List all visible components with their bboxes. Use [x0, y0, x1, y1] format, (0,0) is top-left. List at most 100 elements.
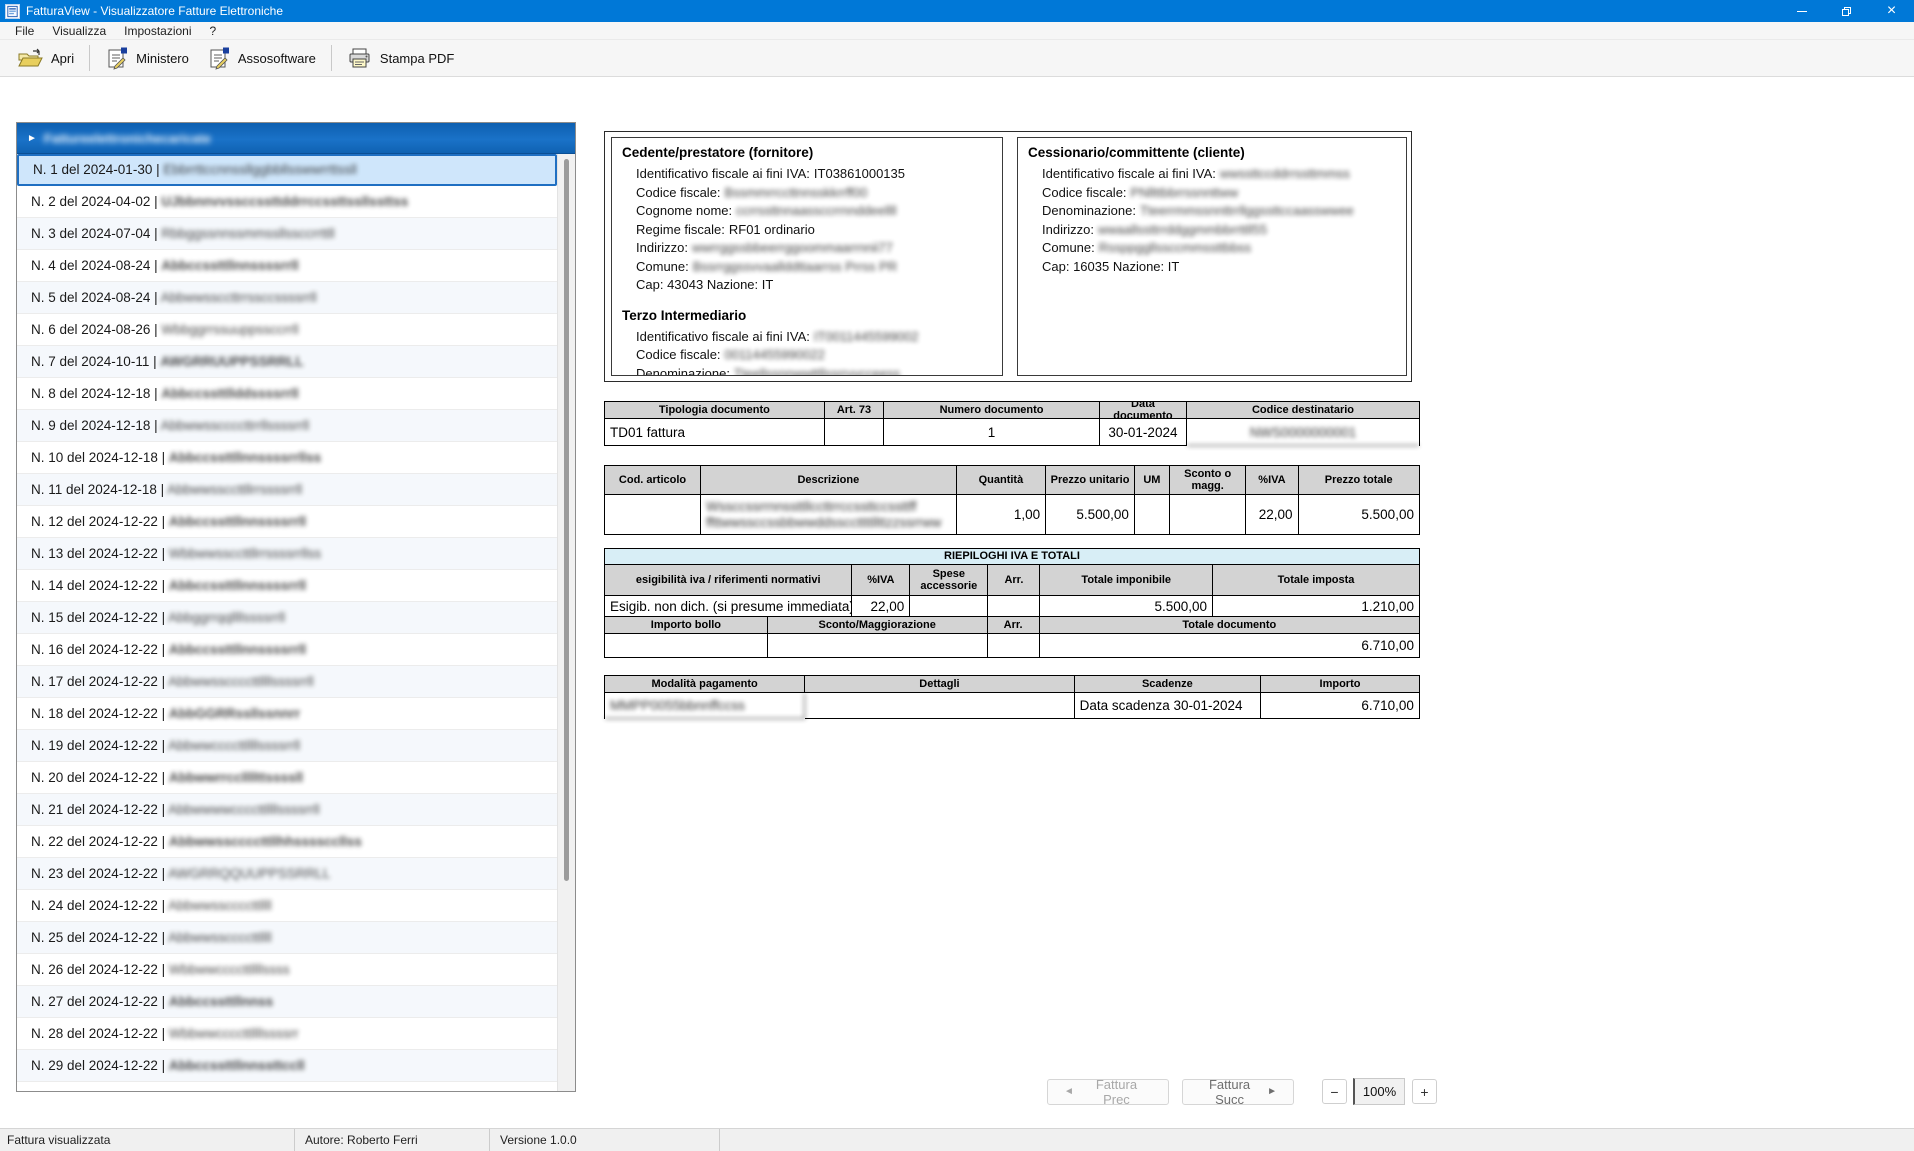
toolbar: Apri Ministero Assosoftware: [0, 40, 1914, 77]
totale-imposta-value: 1.210,00: [1213, 596, 1419, 617]
zoom-out-button[interactable]: −: [1322, 1079, 1347, 1104]
prezzo-totale-value: 5.500,00: [1299, 495, 1419, 535]
ministero-button[interactable]: Ministero: [96, 43, 198, 73]
toolbar-separator: [89, 45, 90, 71]
list-item[interactable]: N. 15 del 2024-12-22 | Abbggrrqqllllssss…: [17, 602, 557, 634]
zoom-in-button[interactable]: +: [1412, 1079, 1437, 1104]
prev-invoice-button[interactable]: ◄ Fattura Prec: [1047, 1079, 1169, 1105]
party-line: Identificativo fiscale ai fini IVA:IT038…: [636, 165, 992, 184]
list-item[interactable]: N. 25 del 2024-12-22 | Abbwwssccccttllll: [17, 922, 557, 954]
list-item[interactable]: N. 4 del 2024-08-24 | Abbccssttllnnssssr…: [17, 250, 557, 282]
dettagli-value: [805, 693, 1074, 719]
list-item[interactable]: N. 19 del 2024-12-22 | Abbwwccccttllllss…: [17, 730, 557, 762]
column-header: Quantità: [957, 466, 1047, 495]
column-header: Descrizione: [701, 466, 957, 495]
list-item[interactable]: N. 9 del 2024-12-18 | Abbwwssccccttrrlls…: [17, 410, 557, 442]
menu-help[interactable]: ?: [201, 23, 226, 39]
list-item[interactable]: N. 22 del 2024-12-22 | Abbwwssccccttllhh…: [17, 826, 557, 858]
column-header: Scadenze: [1075, 676, 1261, 693]
menu-file[interactable]: File: [6, 23, 43, 39]
totale-documento-value: 6.710,00: [1040, 634, 1419, 658]
codice-destinatario-value: NWS0000000001: [1187, 419, 1419, 446]
descrizione-value: Wssccssrrnnssttllccttrrccssttccssttff ff…: [701, 495, 957, 535]
list-item[interactable]: N. 12 del 2024-12-22 | Abbccssttllnnssss…: [17, 506, 557, 538]
list-item[interactable]: N. 27 del 2024-12-22 | Abbccssttllnnss: [17, 986, 557, 1018]
list-item[interactable]: N. 7 del 2024-10-11 | AWGRRUUPPSSRRLL: [17, 346, 557, 378]
next-invoice-button[interactable]: Fattura Succ ►: [1182, 1079, 1294, 1105]
scrollbar-thumb[interactable]: [564, 159, 569, 881]
minimize-button[interactable]: [1779, 0, 1824, 22]
column-header: Data documento: [1100, 402, 1187, 419]
list-item[interactable]: N. 17 del 2024-12-22 | Abbwwssccccttllll…: [17, 666, 557, 698]
list-item[interactable]: N. 26 del 2024-12-22 | Wbbwwccccttllllss…: [17, 954, 557, 986]
close-button[interactable]: ×: [1869, 0, 1914, 22]
print-pdf-button[interactable]: Stampa PDF: [338, 44, 463, 73]
list-item[interactable]: N. 6 del 2024-08-26 | Wbbggrrssuuppssccr…: [17, 314, 557, 346]
column-header: Codice destinatario: [1187, 402, 1419, 419]
assosoftware-label: Assosoftware: [238, 51, 316, 66]
invoice-list: N. 1 del 2024-01-30 | Ebbrrttccnnssllggb…: [17, 154, 557, 1091]
assosoftware-button[interactable]: Assosoftware: [198, 43, 325, 73]
list-item[interactable]: N. 3 del 2024-07-04 | Rbbggssnnssmmsslls…: [17, 218, 557, 250]
open-button[interactable]: Apri: [8, 44, 83, 72]
toolbar-separator: [331, 45, 332, 71]
list-item[interactable]: N. 11 del 2024-12-18 | Abbwwssccttllrrss…: [17, 474, 557, 506]
party-line: Cognome nome:ccrrssttnnaassccrrnnddeelll…: [636, 202, 992, 221]
status-author: Autore: Roberto Ferri: [295, 1129, 490, 1151]
column-header: Prezzo totale: [1299, 466, 1419, 495]
list-item[interactable]: N. 20 del 2024-12-22 | Abbwwrrccllllttss…: [17, 762, 557, 794]
column-header: Importo bollo: [605, 617, 768, 634]
prezzo-unitario-value: 5.500,00: [1046, 495, 1135, 535]
column-header: Cod. articolo: [605, 466, 701, 495]
document-icon: [105, 46, 129, 70]
column-header: Arr.: [988, 617, 1040, 634]
column-header: Dettagli: [805, 676, 1074, 693]
list-item[interactable]: N. 18 del 2024-12-22 | AbbGGRRssllssnnrr: [17, 698, 557, 730]
restore-icon: [1842, 7, 1851, 16]
list-item[interactable]: N. 23 del 2024-12-22 | AWGRRQQUUPPSSRRLL: [17, 858, 557, 890]
invoice-list-panel: ► Fattureelettronichecaricate N. 1 del 2…: [16, 122, 576, 1092]
menu-visualizza[interactable]: Visualizza: [43, 23, 115, 39]
list-item[interactable]: N. 14 del 2024-12-22 | Abbccssttllnnssss…: [17, 570, 557, 602]
ministero-label: Ministero: [136, 51, 189, 66]
list-item[interactable]: N. 8 del 2024-12-18 | Abbccssttllddssssr…: [17, 378, 557, 410]
window-controls: ×: [1779, 0, 1914, 22]
column-header: %IVA: [1246, 466, 1298, 495]
list-item[interactable]: N. 13 del 2024-12-22 | Wbbwwssccttllrrss…: [17, 538, 557, 570]
customer-lines: Identificativo fiscale ai fini IVA:wwsst…: [1028, 165, 1396, 276]
list-scrollbar[interactable]: [557, 154, 575, 1091]
party-line: Cap: 43043 Nazione: IT: [636, 276, 992, 295]
open-label: Apri: [51, 51, 74, 66]
invoice-list-header: ► Fattureelettronichecaricate: [17, 123, 575, 154]
list-item[interactable]: N. 24 del 2024-12-22 | Abbwwssccccttllll: [17, 890, 557, 922]
column-header: Numero documento: [884, 402, 1100, 419]
restore-button[interactable]: [1824, 0, 1869, 22]
list-item[interactable]: N. 28 del 2024-12-22 | Wbbwwccccttllllss…: [17, 1018, 557, 1050]
list-item[interactable]: N. 16 del 2024-12-22 | Abbccssttllnnssss…: [17, 634, 557, 666]
party-line: Denominazione:Tteellssnnwwttllssrrvvccee…: [636, 365, 992, 377]
quantita-value: 1,00: [957, 495, 1047, 535]
statusbar: Fattura visualizzata Autore: Roberto Fer…: [0, 1128, 1914, 1151]
open-folder-icon: [17, 47, 44, 69]
navigation-controls: ◄ Fattura Prec Fattura Succ ► − 100% +: [1047, 1078, 1437, 1105]
column-header: %IVA: [852, 565, 910, 596]
esigibilita-value: Esigib. non dich. (si presume immediata): [605, 596, 852, 617]
parties-section: Cedente/prestatore (fornitore) Identific…: [604, 131, 1412, 382]
list-item[interactable]: N. 29 del 2024-12-22 | Abbccssttllnnsstt…: [17, 1050, 557, 1082]
list-item[interactable]: N. 2 del 2024-04-02 | UJbbnnvvssccssttdd…: [17, 186, 557, 218]
list-item[interactable]: N. 5 del 2024-08-24 | Abbwwssccttrrssccs…: [17, 282, 557, 314]
party-line: Codice fiscale:PNllttbbrrssnnttww: [1042, 184, 1396, 203]
party-line: Comune:Bssrrggssvvaallddttaarrss Prrss P…: [636, 258, 992, 277]
list-item[interactable]: N. 1 del 2024-01-30 | Ebbrrttccnnssllggb…: [17, 154, 557, 186]
numero-documento-value: 1: [884, 419, 1100, 446]
column-header: esigibilità iva / riferimenti normativi: [605, 565, 852, 596]
titlebar: FatturaView - Visualizzatore Fatture Ele…: [0, 0, 1914, 22]
list-item[interactable]: N. 10 del 2024-12-18 | Abbccssttllnnssss…: [17, 442, 557, 474]
menu-impostazioni[interactable]: Impostazioni: [115, 23, 200, 39]
column-header: Modalità pagamento: [605, 676, 805, 693]
list-item[interactable]: N. 21 del 2024-12-22 | Abbwwwwccccttllll…: [17, 794, 557, 826]
column-header: Tipologia documento: [605, 402, 825, 419]
column-header: Importo: [1261, 676, 1419, 693]
supplier-box: Cedente/prestatore (fornitore) Identific…: [611, 137, 1003, 376]
column-header: Sconto/Maggiorazione: [768, 617, 988, 634]
